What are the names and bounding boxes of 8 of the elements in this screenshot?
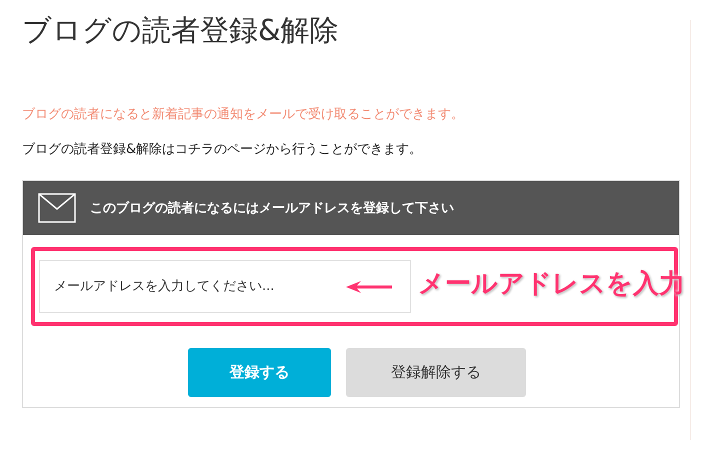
description-text: ブログの読者登録&解除はコチラのページから行うことができます。 [22, 141, 424, 159]
email-field[interactable]: メールアドレスを入力してください... [39, 260, 411, 313]
unsubscribe-button[interactable]: 登録解除する [346, 348, 526, 397]
page-title: ブログの読者登録&解除 [22, 12, 340, 49]
envelope-icon [38, 193, 76, 223]
annotation-arrow [346, 281, 392, 293]
header-text: このブログの読者になるにはメールアドレスを登録して下さい [90, 200, 454, 217]
notice-text: ブログの読者になると新着記事の通知をメールで受け取ることができます。 [22, 106, 465, 124]
